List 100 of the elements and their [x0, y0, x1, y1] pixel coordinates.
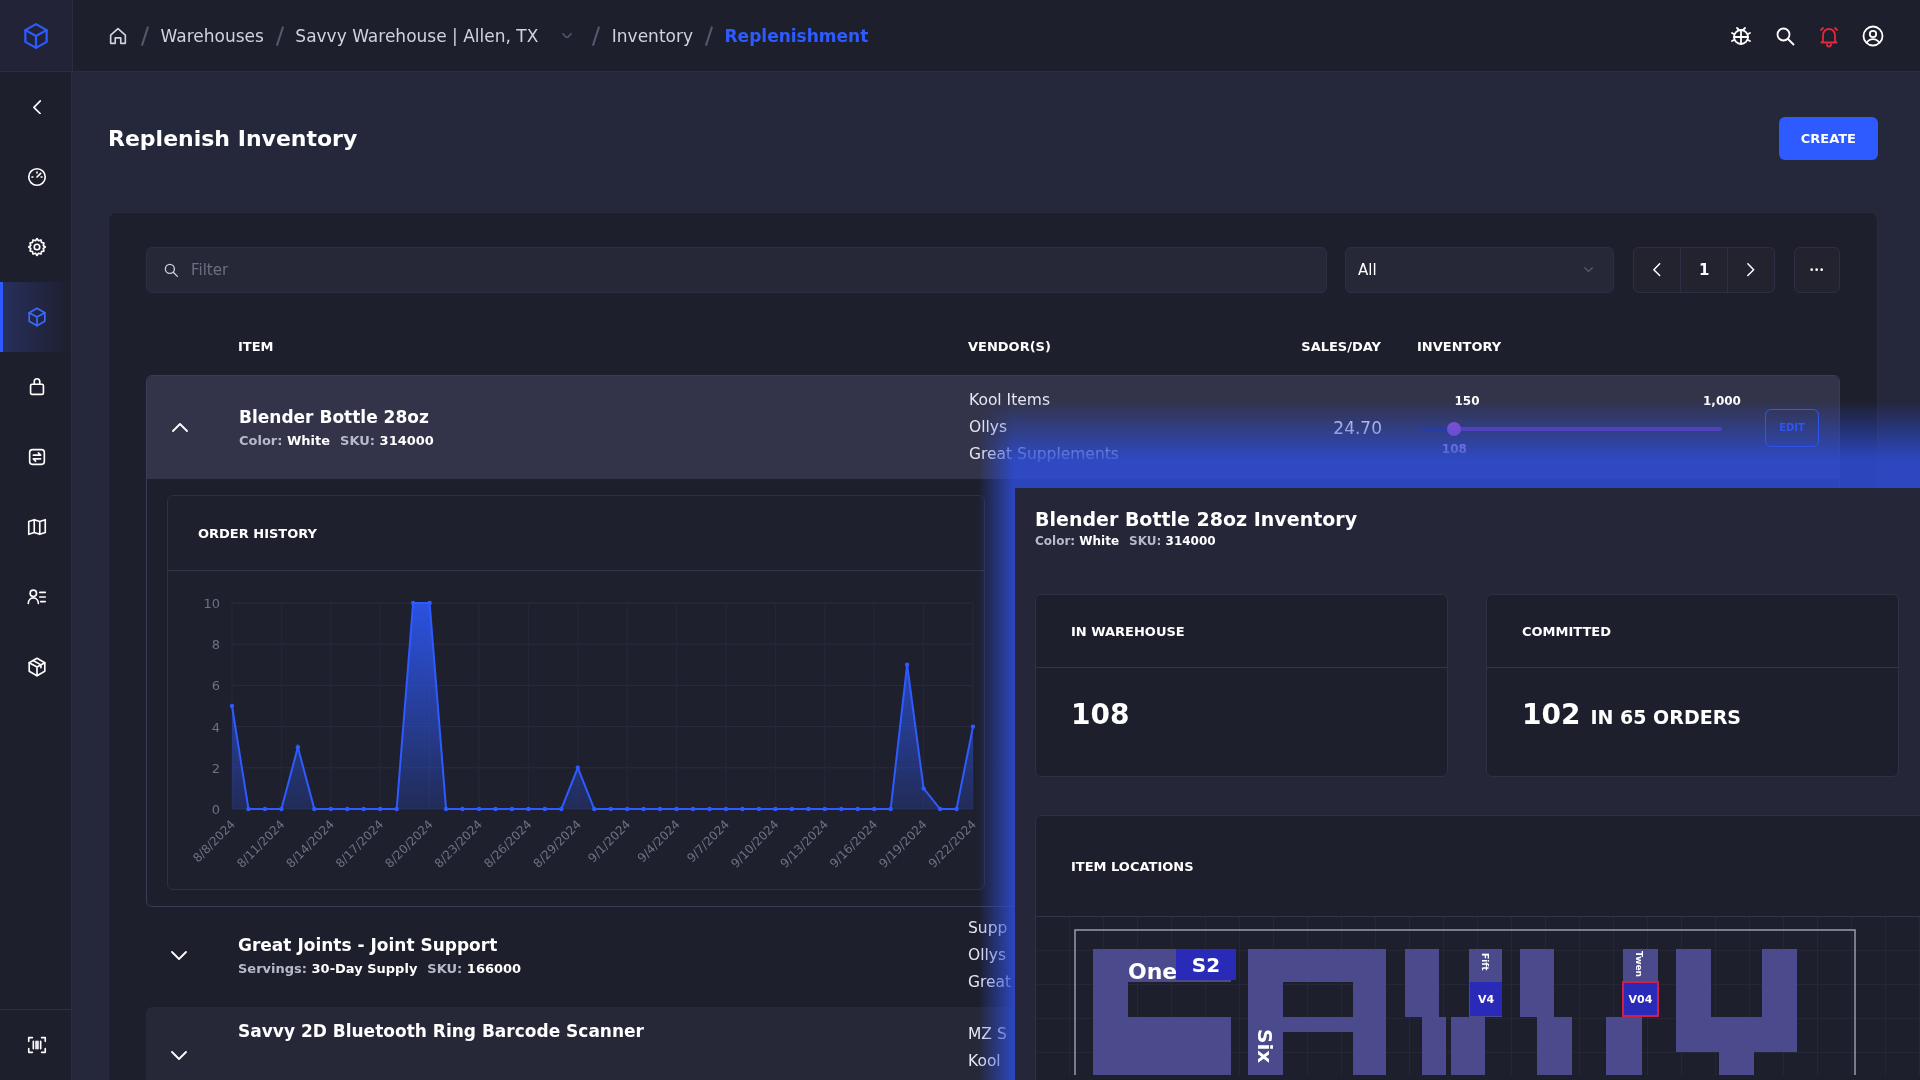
item-name: Savvy 2D Bluetooth Ring Barcode Scanner [238, 1021, 645, 1041]
data-point [657, 806, 663, 812]
data-point [888, 806, 893, 812]
stat-caption: IN 65 ORDERS [1590, 706, 1741, 728]
data-point [526, 806, 531, 812]
data-point [394, 806, 399, 812]
data-point [443, 806, 449, 812]
map-icon [26, 516, 48, 538]
item-name: Blender Bottle 28oz [239, 407, 430, 427]
data-point [592, 806, 597, 812]
data-point [723, 806, 729, 812]
scan-icon [26, 1034, 48, 1056]
breadcrumb-link[interactable]: Warehouses [160, 25, 264, 46]
data-point [707, 806, 712, 812]
swap-arrows-icon [26, 446, 48, 468]
item-attribute: Servings: 30-Day Supply [238, 960, 418, 976]
item-name: Great Joints - Joint Support [238, 934, 499, 955]
data-point [789, 806, 795, 812]
data-point [378, 806, 383, 812]
chevron-right-icon [1747, 263, 1755, 277]
search-icon [162, 261, 180, 279]
create-button[interactable]: CREATE [1778, 116, 1878, 160]
data-point [756, 806, 762, 812]
chevron-down-icon [171, 950, 187, 960]
inventory-reading: 108 [1441, 441, 1467, 456]
data-point [855, 806, 860, 812]
item-attribute: Color: White [1035, 534, 1120, 548]
data-point [575, 765, 580, 770]
data-point [970, 724, 976, 729]
data-point [229, 703, 235, 709]
bin-label[interactable]: V4 [1470, 982, 1502, 1016]
settings-icon [26, 236, 48, 258]
page-number[interactable]: 1 [1681, 247, 1729, 293]
column-header: SALES/DAY [1300, 338, 1381, 354]
threshold-label: 150 [1454, 393, 1480, 408]
vendor-name: Kool [968, 1051, 1001, 1072]
data-point [361, 806, 366, 812]
stat-value: 102 [1522, 698, 1581, 731]
bin-label[interactable]: S2 [1176, 949, 1236, 980]
stat-label: IN WAREHOUSE [1036, 595, 1447, 668]
data-point [641, 806, 646, 812]
data-point [262, 806, 268, 812]
stat-value: 108 [1071, 698, 1130, 731]
bin-label[interactable]: V04 [1622, 981, 1659, 1017]
more-icon [1810, 268, 1824, 272]
vendor-name: MZ S [968, 1024, 1007, 1045]
data-point [904, 662, 910, 667]
data-point [246, 806, 251, 812]
item-attribute: SKU: 314000 [1129, 534, 1216, 548]
breadcrumb-current: Replenishment [724, 25, 869, 46]
data-point [608, 806, 613, 812]
data-point [740, 806, 745, 812]
chevron-up-icon [172, 423, 188, 432]
data-point [328, 806, 333, 812]
data-point [542, 806, 548, 812]
account-icon[interactable] [1861, 23, 1885, 48]
y-tick-label: 8 [211, 637, 220, 653]
package-icon [26, 656, 48, 678]
filter-field[interactable]: Filter [146, 247, 1327, 293]
data-point [625, 806, 630, 812]
vendor-name: Ollys [968, 944, 1007, 966]
data-point [937, 806, 943, 812]
data-point [345, 806, 350, 812]
zone-label: One [1128, 959, 1178, 984]
gauge-icon [26, 166, 48, 188]
item-attribute: SKU: 314000 [340, 433, 434, 448]
zone-label: Fift [1480, 953, 1490, 971]
vendor-name: Supp [968, 917, 1008, 939]
y-tick-label: 10 [203, 596, 220, 611]
vendor-name: Ollys [969, 417, 1008, 438]
caret-icon [1584, 267, 1594, 273]
cube-icon [26, 306, 48, 328]
column-header: VENDOR(S) [968, 338, 1052, 354]
data-point [773, 806, 778, 812]
y-tick-label: 4 [211, 719, 220, 735]
data-point [839, 806, 844, 812]
data-point [559, 806, 564, 812]
column-header: INVENTORY [1416, 338, 1503, 354]
data-point [822, 806, 827, 812]
threshold-label: 1,000 [1703, 393, 1741, 408]
data-point [690, 806, 696, 812]
y-tick-label: 6 [211, 678, 220, 694]
filter-select[interactable]: All [1344, 247, 1615, 293]
breadcrumb-link[interactable]: Savvy Warehouse | Allen, TX [295, 25, 539, 46]
chevron-left-icon [32, 99, 42, 115]
item-attribute: SKU: 166000 [427, 960, 522, 976]
data-point [493, 806, 498, 812]
data-point [427, 600, 432, 606]
data-point [509, 806, 515, 812]
data-point [806, 806, 811, 812]
zone-label: Twen [1634, 951, 1644, 977]
stat-label: COMMITTED [1487, 595, 1898, 668]
data-point [460, 806, 465, 812]
page-title: Replenish Inventory [108, 125, 358, 151]
breadcrumb-link[interactable]: Inventory [611, 25, 693, 46]
data-point [295, 745, 301, 750]
sales-value: 24.70 [1333, 417, 1382, 438]
column-header: ITEM [238, 338, 275, 354]
data-point [674, 806, 679, 812]
y-tick-label: 2 [211, 760, 220, 776]
